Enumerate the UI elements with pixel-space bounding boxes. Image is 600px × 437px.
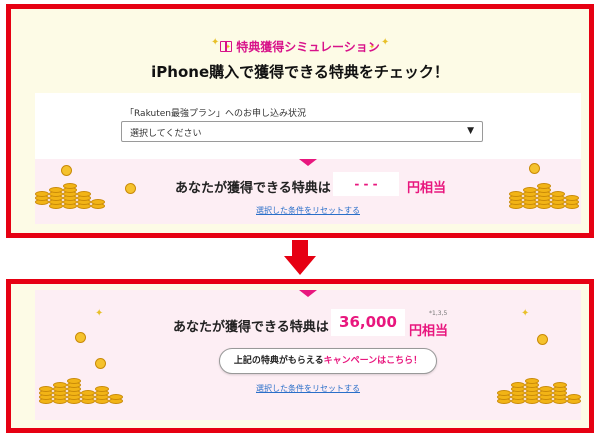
badge-text: 特典獲得シミュレーション <box>236 40 380 54</box>
select-value: 選択してください <box>130 129 202 139</box>
down-arrow-icon <box>284 256 316 275</box>
reset-conditions-link[interactable]: 選択した条件をリセットする <box>35 383 581 394</box>
result-label: あなたが獲得できる特典は <box>173 320 329 335</box>
cta-prefix: 上記の特典がもらえる <box>233 356 324 366</box>
down-arrow-icon <box>292 240 308 256</box>
sparkle-icon: ✦ <box>95 308 104 319</box>
result-unit: 円相当 <box>407 181 447 196</box>
result-unit: 円相当 <box>409 324 449 339</box>
plan-status-select[interactable]: 選択してください ▼ <box>121 121 483 142</box>
plan-status-label: 「Rakuten最強プラン」へのお申し込み状況 <box>125 109 306 119</box>
pointer-icon <box>299 290 317 297</box>
result-label: あなたが獲得できる特典は <box>175 181 331 196</box>
simulation-panel-before: ✦ ✦ ✦ ✦ 特典獲得シミュレーション iPhone購入で獲得できる特典をチェ… <box>6 4 594 238</box>
plan-form: 「Rakuten最強プラン」へのお申し込み状況 選択してください ▼ <box>35 93 581 159</box>
simulation-panel-after: ✦ ✦ あなたが獲得できる特典は 36,000 円相当 *1,3,5 上記の特典 <box>6 279 594 433</box>
campaign-button[interactable]: 上記の特典がもらえるキャンペーンはこちら！ <box>219 348 437 374</box>
caret-down-icon: ▼ <box>467 126 474 136</box>
result-footnote: *1,3,5 <box>429 310 448 317</box>
simulation-badge: 特典獲得シミュレーション <box>11 38 589 55</box>
reset-conditions-link[interactable]: 選択した条件をリセットする <box>35 205 581 216</box>
cta-highlight: キャンペーンはこちら！ <box>323 356 423 366</box>
gift-icon <box>220 41 233 52</box>
sparkle-icon: ✦ <box>521 308 530 319</box>
pointer-icon <box>299 159 317 166</box>
page-headline: iPhone購入で獲得できる特典をチェック！ <box>151 63 449 81</box>
result-value: - - - <box>333 172 399 196</box>
result-area: あなたが獲得できる特典は - - - 円相当 選択した条件をリセットする <box>35 159 581 224</box>
result-value: 36,000 <box>331 309 405 336</box>
result-area: ✦ ✦ あなたが獲得できる特典は 36,000 円相当 *1,3,5 上記の特典 <box>35 290 581 420</box>
